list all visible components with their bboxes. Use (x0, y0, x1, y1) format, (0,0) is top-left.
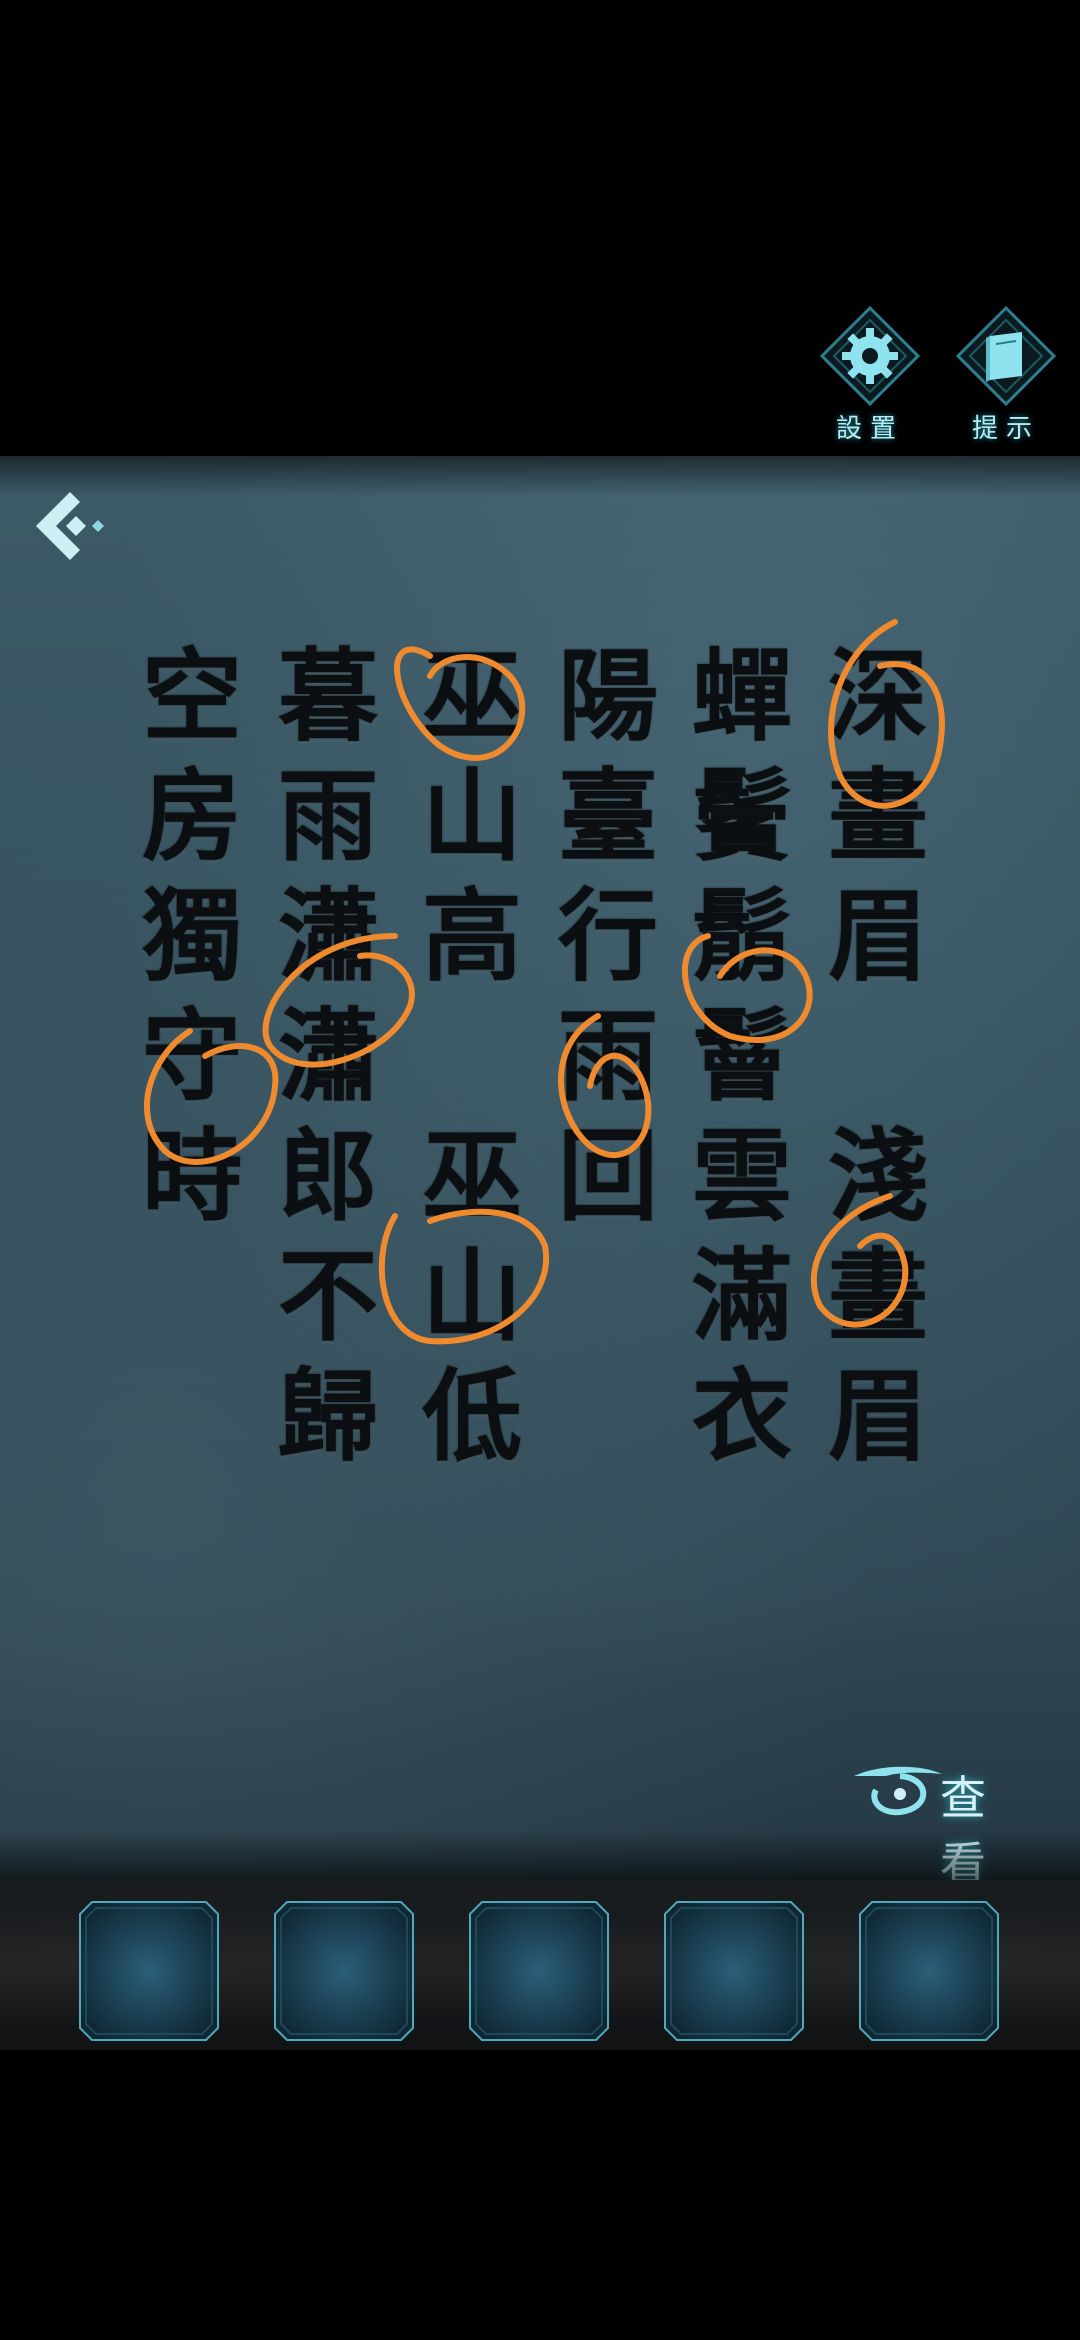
poem-character: 低 (422, 1357, 522, 1475)
poem-character: 臺 (558, 757, 658, 875)
poem-character: 獨 (142, 877, 242, 995)
poem-character: 畫 (828, 757, 928, 875)
eye-brush-icon (854, 1766, 942, 1816)
poem-character: 巫 (422, 1117, 522, 1235)
poem-character: 陽 (558, 637, 658, 755)
poem-character (818, 991, 938, 1121)
gear-icon (820, 306, 920, 406)
poem-character: 淺 (828, 1117, 928, 1235)
poem-character: 行 (558, 877, 658, 995)
view-label: 查看 (940, 1771, 996, 1880)
settings-label: 設置 (835, 414, 904, 444)
bottom-area (0, 2050, 1080, 2340)
slot-frame-icon (859, 1901, 999, 2041)
poem-column: 陽臺行雨回 (548, 456, 668, 1880)
poem-character: 空 (142, 637, 242, 755)
hint-label: 提示 (971, 414, 1040, 444)
poem-character: 滿 (692, 1237, 792, 1355)
slot-frame-icon (664, 1901, 804, 2041)
inventory-slot[interactable] (858, 1900, 1000, 2042)
poem-character: 眉 (828, 877, 928, 995)
poem-character: 鬙 (692, 997, 792, 1115)
poem-character: 山 (422, 1237, 522, 1355)
poem-character: 房 (142, 757, 242, 875)
inventory-slot[interactable] (468, 1900, 610, 2042)
back-arrow-icon[interactable] (30, 486, 120, 566)
view-button[interactable]: 查看 (850, 1756, 1050, 1880)
poem-column: 空房獨守時 (132, 456, 252, 1880)
slot-frame-icon (79, 1901, 219, 2041)
poem-character: 深 (828, 637, 928, 755)
poem-column: 暮雨瀟瀟郎不歸 (268, 456, 388, 1880)
slot-frame-icon (469, 1901, 609, 2041)
poem-character: 高 (422, 877, 522, 995)
slot-frame-icon (274, 1901, 414, 2041)
poem-character: 鬅 (692, 877, 792, 995)
poem-character: 瀟 (278, 997, 378, 1115)
poem-column: 蟬鬢鬅鬙雲滿衣 (682, 456, 802, 1880)
poem-column: 深畫眉淺畫眉 (818, 456, 938, 1880)
poem-character: 衣 (692, 1357, 792, 1475)
inventory-slot[interactable] (78, 1900, 220, 2042)
settings-button[interactable]: 設置 (810, 306, 930, 446)
poem-character: 時 (142, 1117, 242, 1235)
poem-character: 雨 (558, 997, 658, 1115)
poem-character: 郎 (278, 1117, 378, 1235)
poem-character: 眉 (828, 1357, 928, 1475)
poem-character: 歸 (278, 1357, 378, 1475)
inventory-bar (0, 1880, 1080, 2050)
inventory-slot[interactable] (663, 1900, 805, 2042)
poem-character: 山 (422, 757, 522, 875)
poem-character: 鬢 (692, 757, 792, 875)
hint-button[interactable]: 提示 (946, 306, 1066, 446)
inventory-slot[interactable] (273, 1900, 415, 2042)
poem-scene: 深畫眉淺畫眉蟬鬢鬅鬙雲滿衣陽臺行雨回巫山高巫山低暮雨瀟瀟郎不歸空房獨守時 查看 (0, 456, 1080, 1880)
poem-character: 雲 (692, 1117, 792, 1235)
poem-character: 蟬 (692, 637, 792, 755)
poem-character: 回 (558, 1117, 658, 1235)
poem-character: 守 (142, 997, 242, 1115)
poem-column: 巫山高巫山低 (412, 456, 532, 1880)
book-icon (956, 306, 1056, 406)
poem-character: 暮 (278, 637, 378, 755)
poem-character: 瀟 (278, 877, 378, 995)
top-bar: 設置 提示 (0, 0, 1080, 456)
poem-character (412, 991, 532, 1121)
poem-character: 不 (278, 1237, 378, 1355)
poem-character: 雨 (278, 757, 378, 875)
poem-character: 巫 (422, 637, 522, 755)
poem-character: 畫 (828, 1237, 928, 1355)
